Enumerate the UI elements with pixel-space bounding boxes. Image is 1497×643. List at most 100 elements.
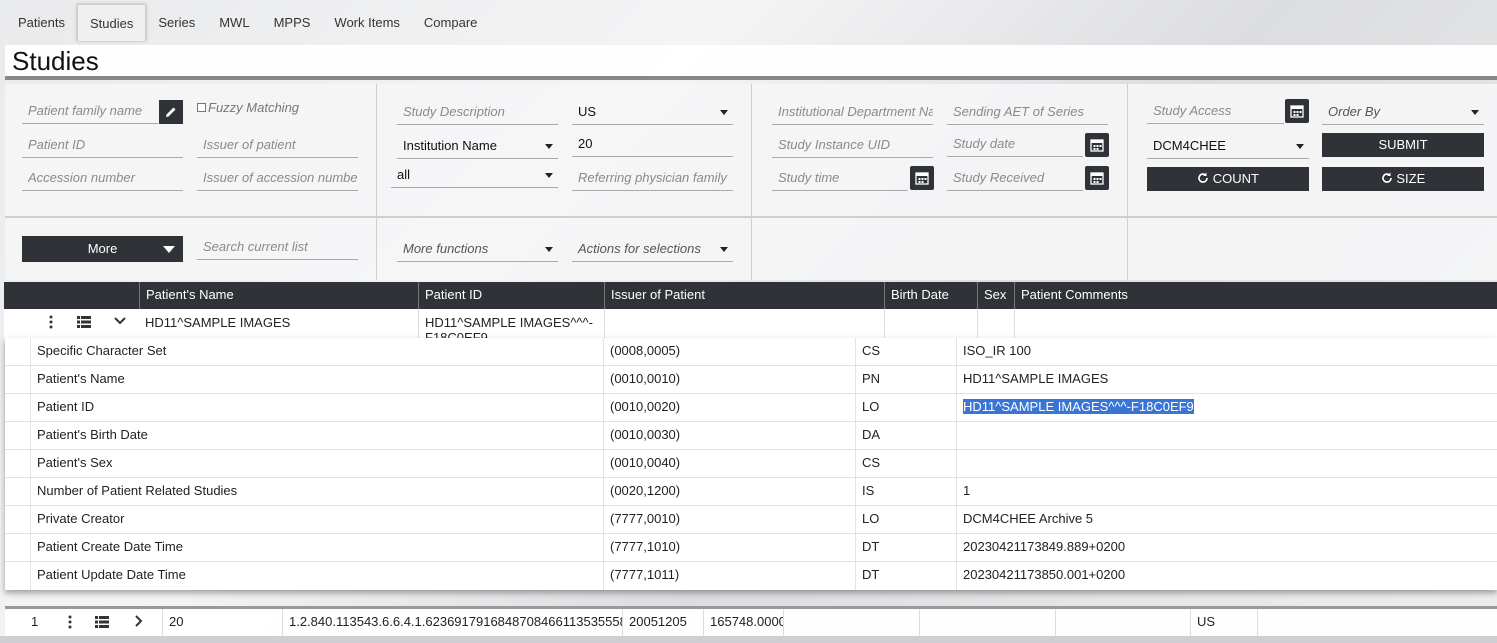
tab-mpps[interactable]: MPPS <box>262 4 323 41</box>
institutional-department-input[interactable] <box>772 99 933 123</box>
study-description-input[interactable] <box>397 99 558 123</box>
referring-physician-field[interactable] <box>572 165 733 191</box>
study-access-field[interactable] <box>1147 98 1284 124</box>
tab-compare[interactable]: Compare <box>412 4 489 41</box>
refresh-icon <box>1198 172 1208 183</box>
tab-work-items[interactable]: Work Items <box>322 4 412 41</box>
submit-button[interactable]: SUBMIT <box>1322 133 1484 157</box>
patient-id-input[interactable] <box>22 132 183 156</box>
accession-number-input[interactable] <box>22 165 183 189</box>
attribute-value: 20230421173849.889+0200 <box>956 534 1497 562</box>
accession-number-field[interactable] <box>22 165 183 191</box>
study-instance-uid-input[interactable] <box>772 132 933 156</box>
patient-name-cell: HD11^SAMPLE IMAGES <box>145 315 291 330</box>
more-button[interactable]: More <box>22 236 183 262</box>
study-row[interactable]: 1 20 1.2.840.113543.6.6.4.1.623691791684… <box>5 606 1497 636</box>
study-received-field[interactable] <box>947 165 1083 191</box>
attribute-name: Patient's Sex <box>30 450 603 478</box>
attribute-row: Specific Character Set (0008,0005) CS IS… <box>5 338 1497 366</box>
more-functions-select[interactable]: More functions <box>397 236 558 262</box>
all-select[interactable]: all <box>391 162 558 188</box>
actions-for-selections-select[interactable]: Actions for selections <box>572 236 733 262</box>
study-instance-uid-field[interactable] <box>772 132 933 158</box>
study-received-input[interactable] <box>947 165 1083 189</box>
issuer-of-patient-input[interactable] <box>197 132 358 156</box>
list-icon[interactable] <box>77 316 91 328</box>
study-access-calendar-button[interactable] <box>1285 99 1309 123</box>
attribute-value-selected[interactable]: HD11^SAMPLE IMAGES^^^-F18C0EF9 <box>963 399 1194 414</box>
attribute-tag: (0010,0010) <box>603 366 855 394</box>
patient-family-name-input[interactable] <box>22 98 158 122</box>
issuer-of-accession-field[interactable] <box>197 165 358 191</box>
more-vertical-icon[interactable] <box>48 315 54 329</box>
attribute-value: 1 <box>956 478 1497 506</box>
tab-series[interactable]: Series <box>146 4 207 41</box>
limit-field[interactable]: 20 <box>572 131 733 157</box>
calendar-icon <box>1090 172 1104 185</box>
study-received-calendar-button[interactable] <box>1085 166 1109 190</box>
sending-aet-input[interactable] <box>947 99 1108 123</box>
attribute-tag: (0010,0020) <box>603 394 855 422</box>
empty-cell <box>1257 609 1497 636</box>
column-header-patient-comments[interactable]: Patient Comments <box>1014 282 1497 309</box>
empty-cell <box>919 609 1055 636</box>
study-limit-cell: 20 <box>162 609 282 636</box>
referring-physician-input[interactable] <box>572 165 733 189</box>
tab-studies[interactable]: Studies <box>76 4 147 41</box>
attribute-row: Private Creator (7777,0010) LO DCM4CHEE … <box>5 506 1497 534</box>
birth-date-cell <box>884 309 977 339</box>
issuer-of-patient-field[interactable] <box>197 132 358 158</box>
background-strip <box>0 636 1497 643</box>
column-header-patient-id[interactable]: Patient ID <box>418 282 604 309</box>
study-access-input[interactable] <box>1147 98 1284 122</box>
tab-patients[interactable]: Patients <box>6 4 77 41</box>
order-by-value: Order By <box>1328 104 1381 119</box>
column-header-birth-date[interactable]: Birth Date <box>884 282 977 309</box>
attribute-row: Patient's Sex (0010,0040) CS <box>5 450 1497 478</box>
study-date-input[interactable] <box>947 131 1083 155</box>
study-description-field[interactable] <box>397 99 558 125</box>
column-divider <box>376 84 377 280</box>
patient-row[interactable]: HD11^SAMPLE IMAGES HD11^SAMPLE IMAGES^^^… <box>4 309 1497 339</box>
study-date-field[interactable] <box>947 131 1083 157</box>
chevron-down-icon[interactable] <box>114 317 126 325</box>
issuer-of-accession-input[interactable] <box>197 165 358 189</box>
search-current-list-input[interactable] <box>197 234 358 258</box>
attribute-vr: IS <box>855 478 956 506</box>
order-by-select[interactable]: Order By <box>1322 99 1484 125</box>
actions-for-selections-value: Actions for selections <box>578 241 701 256</box>
study-time-input[interactable] <box>772 165 908 189</box>
sending-aet-field[interactable] <box>947 99 1108 125</box>
search-current-list-field[interactable] <box>197 234 358 260</box>
study-time-calendar-button[interactable] <box>910 166 934 190</box>
aet-select[interactable]: DCM4CHEE <box>1147 133 1309 159</box>
attribute-tag: (0020,1200) <box>603 478 855 506</box>
institution-name-select[interactable]: Institution Name <box>397 133 558 159</box>
count-button[interactable]: COUNT <box>1147 167 1309 191</box>
study-date-calendar-button[interactable] <box>1085 133 1109 157</box>
tab-mwl[interactable]: MWL <box>207 4 261 41</box>
column-header-sex[interactable]: Sex <box>977 282 1014 309</box>
column-header-patient-name[interactable]: Patient's Name <box>139 282 418 309</box>
chevron-down-icon <box>1296 144 1304 149</box>
size-button[interactable]: SIZE <box>1322 167 1484 191</box>
edit-name-button[interactable] <box>159 100 183 124</box>
institutional-department-field[interactable] <box>772 99 933 125</box>
modality-select[interactable]: US <box>572 99 733 125</box>
study-time-field[interactable] <box>772 165 908 191</box>
checkbox-icon[interactable] <box>197 103 206 112</box>
chevron-down-icon <box>163 246 175 253</box>
chevron-right-icon[interactable] <box>135 615 143 627</box>
page-title: Studies <box>12 46 99 76</box>
study-instance-uid-cell: 1.2.840.113543.6.6.4.1.62369179168487084… <box>282 609 622 636</box>
more-vertical-icon[interactable] <box>67 615 73 629</box>
attribute-tag: (0010,0040) <box>603 450 855 478</box>
patient-family-name-field[interactable] <box>22 98 158 124</box>
column-header-issuer-of-patient[interactable]: Issuer of Patient <box>604 282 884 309</box>
chevron-down-icon <box>545 247 553 252</box>
fuzzy-matching-checkbox[interactable]: Fuzzy Matching <box>197 100 299 115</box>
attribute-tag: (7777,1010) <box>603 534 855 562</box>
attribute-vr: PN <box>855 366 956 394</box>
list-icon[interactable] <box>95 616 109 628</box>
patient-id-field[interactable] <box>22 132 183 158</box>
